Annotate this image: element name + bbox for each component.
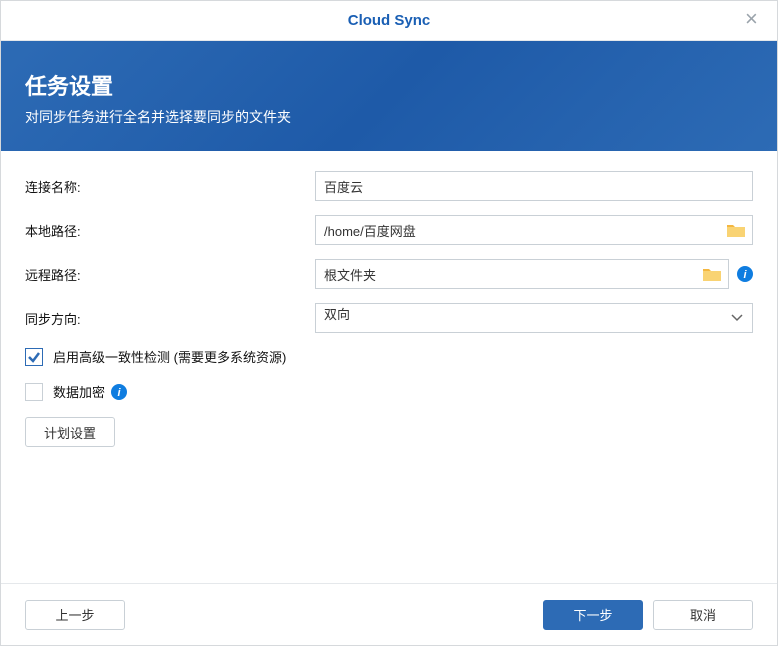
local-path-input[interactable]	[315, 215, 753, 245]
prev-button[interactable]: 上一步	[25, 600, 125, 630]
row-remote-path: 远程路径: i	[25, 259, 753, 289]
folder-icon[interactable]	[703, 267, 721, 281]
local-path-label: 本地路径:	[25, 221, 315, 240]
row-local-path: 本地路径:	[25, 215, 753, 245]
row-sync-direction: 同步方向: 双向	[25, 303, 753, 333]
row-encrypt: 数据加密 i	[25, 382, 753, 401]
encrypt-label-text: 数据加密	[53, 382, 105, 401]
sync-direction-select[interactable]: 双向	[315, 303, 753, 333]
info-icon[interactable]: i	[111, 384, 127, 400]
row-advanced-check: 启用高级一致性检测 (需要更多系统资源)	[25, 347, 753, 366]
info-icon[interactable]: i	[737, 266, 753, 282]
encrypt-label: 数据加密 i	[53, 382, 127, 401]
next-button[interactable]: 下一步	[543, 600, 643, 630]
close-button[interactable]: ×	[745, 11, 763, 29]
advanced-check-label: 启用高级一致性检测 (需要更多系统资源)	[53, 347, 286, 366]
advanced-check-checkbox[interactable]	[25, 348, 43, 366]
footer: 上一步 下一步 取消	[1, 583, 777, 645]
window-title: Cloud Sync	[348, 12, 431, 29]
connection-name-input[interactable]	[315, 171, 753, 201]
row-connection-name: 连接名称:	[25, 171, 753, 201]
titlebar: Cloud Sync ×	[1, 1, 777, 41]
banner-title: 任务设置	[25, 69, 753, 101]
dialog-window: Cloud Sync × 任务设置 对同步任务进行全名并选择要同步的文件夹 连接…	[0, 0, 778, 646]
connection-name-label: 连接名称:	[25, 177, 315, 196]
folder-icon[interactable]	[727, 223, 745, 237]
form-area: 连接名称: 本地路径: 远程路径: i	[1, 151, 777, 583]
encrypt-checkbox[interactable]	[25, 383, 43, 401]
remote-path-label: 远程路径:	[25, 265, 315, 284]
schedule-button[interactable]: 计划设置	[25, 417, 115, 447]
cancel-button[interactable]: 取消	[653, 600, 753, 630]
banner: 任务设置 对同步任务进行全名并选择要同步的文件夹	[1, 41, 777, 151]
banner-subtitle: 对同步任务进行全名并选择要同步的文件夹	[25, 107, 753, 127]
remote-path-input[interactable]	[315, 259, 729, 289]
sync-direction-label: 同步方向:	[25, 309, 315, 328]
